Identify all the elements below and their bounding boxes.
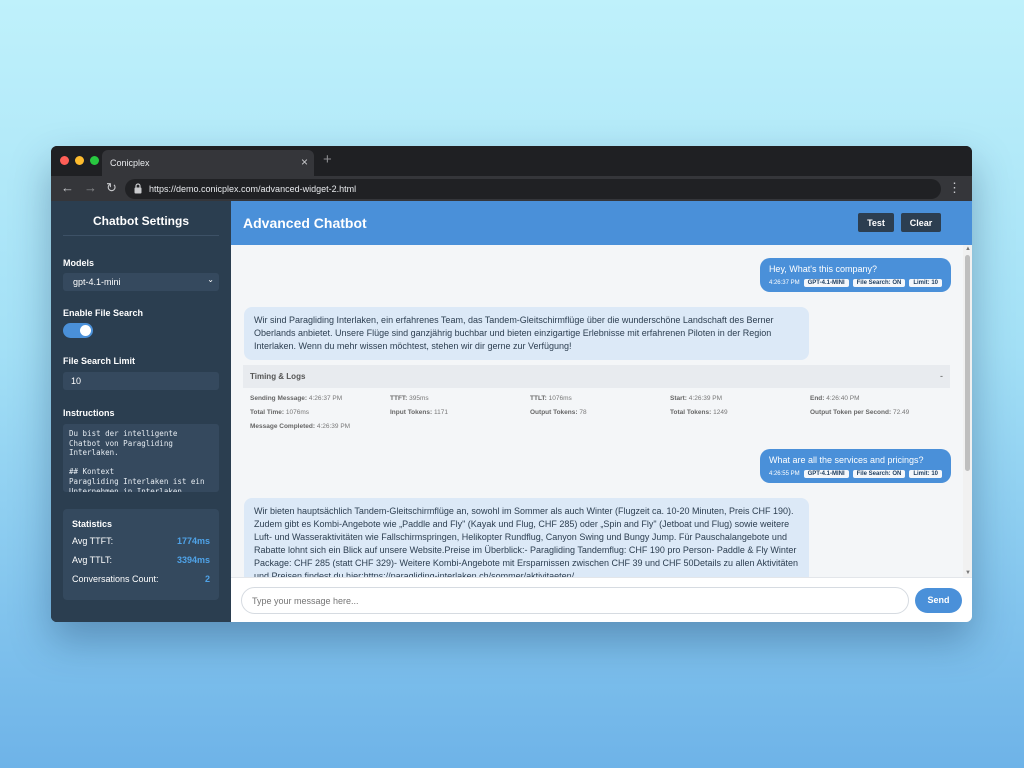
window-controls — [60, 156, 99, 165]
sidebar-title: Chatbot Settings — [63, 201, 219, 236]
timing-item: End: 4:26:40 PM — [810, 395, 860, 402]
file-search-toggle[interactable] — [63, 323, 93, 338]
timing-logs: Timing & Logs - Sending Message: 4:26:37… — [243, 365, 950, 437]
timing-item: Message Completed: 4:26:39 PM — [250, 423, 351, 430]
close-window-icon[interactable] — [60, 156, 69, 165]
message-text: Hey, What's this company? — [768, 264, 878, 274]
message-text: What are all the services and pricings? — [768, 455, 924, 465]
message-time: 4:26:55 PM — [768, 471, 800, 477]
stat-row: Avg TTFT: 1774ms — [72, 536, 210, 555]
settings-sidebar: Chatbot Settings Models gpt-4.1-mini ⌄ E… — [51, 201, 231, 622]
file-search-limit-label: File Search Limit — [63, 356, 136, 366]
collapse-icon[interactable]: - — [940, 371, 943, 381]
chat-messages: Hey, What's this company? 4:26:37 PM GPT… — [231, 245, 972, 577]
stat-value: 3394ms — [176, 555, 210, 565]
scrollbar[interactable]: ▲ ▼ — [963, 245, 972, 577]
url-text: https://demo.conicplex.com/advanced-widg… — [149, 184, 357, 194]
new-tab-icon[interactable]: + — [323, 151, 332, 168]
statistics-title: Statistics — [72, 519, 113, 529]
models-label: Models — [63, 258, 95, 268]
stat-value: 2 — [204, 574, 210, 584]
file-search-label: Enable File Search — [63, 308, 144, 318]
instructions-textarea[interactable]: Du bist der intelligente Chatbot von Par… — [63, 424, 219, 492]
timing-item: TTFT: 395ms — [390, 395, 429, 402]
reload-icon[interactable]: ↻ — [106, 180, 117, 196]
chevron-down-icon: ⌄ — [207, 275, 214, 284]
model-value: gpt-4.1-mini — [73, 277, 121, 287]
statistics-panel: Statistics Avg TTFT: 1774ms Avg TTLT: 33… — [63, 509, 219, 600]
address-bar: ← → ↻ https://demo.conicplex.com/advance… — [51, 176, 972, 201]
stat-value: 1774ms — [176, 536, 210, 546]
bot-message: Wir bieten hauptsächlich Tandem-Gleitsch… — [244, 498, 809, 577]
stat-label: Conversations Count: — [72, 574, 159, 584]
message-meta: 4:26:37 PM GPT-4.1-MINI File Search: ON … — [769, 279, 942, 287]
user-message: What are all the services and pricings? … — [759, 449, 951, 483]
chat-main: Advanced Chatbot Test Clear Hey, What's … — [231, 201, 972, 622]
clear-button[interactable]: Clear — [901, 213, 941, 232]
browser-tab[interactable]: Conicplex × — [102, 150, 314, 176]
bot-message: Wir sind Paragliding Interlaken, ein erf… — [244, 307, 809, 360]
timing-title: Timing & Logs — [250, 372, 306, 381]
file-search-limit-input[interactable]: 10 — [63, 372, 219, 390]
file-search-badge: File Search: ON — [852, 470, 906, 478]
timing-item: Total Time: 1076ms — [250, 409, 310, 416]
browser-menu-icon[interactable]: ⋮ — [948, 180, 961, 196]
timing-item: Output Tokens: 78 — [530, 409, 587, 416]
timing-header[interactable]: Timing & Logs - — [243, 365, 950, 388]
message-time: 4:26:37 PM — [768, 280, 800, 286]
scroll-down-icon[interactable]: ▼ — [965, 570, 971, 576]
tab-title: Conicplex — [110, 158, 150, 168]
maximize-window-icon[interactable] — [90, 156, 99, 165]
minimize-window-icon[interactable] — [75, 156, 84, 165]
message-input[interactable]: Type your message here... — [241, 587, 909, 614]
timing-item: Start: 4:26:39 PM — [670, 395, 723, 402]
forward-icon[interactable]: → — [84, 180, 97, 196]
timing-item: Input Tokens: 1171 — [390, 409, 448, 416]
back-icon[interactable]: ← — [61, 180, 74, 196]
tab-bar: Conicplex × + — [51, 146, 972, 176]
user-message: Hey, What's this company? 4:26:37 PM GPT… — [759, 258, 951, 292]
file-search-badge: File Search: ON — [852, 279, 906, 287]
lock-icon — [134, 183, 142, 194]
stat-row: Conversations Count: 2 — [72, 574, 210, 593]
scroll-up-icon[interactable]: ▲ — [965, 246, 971, 252]
limit-badge: Limit: 10 — [909, 470, 942, 478]
message-meta: 4:26:55 PM GPT-4.1-MINI File Search: ON … — [769, 470, 942, 478]
instructions-label: Instructions — [63, 408, 115, 418]
model-badge: GPT-4.1-MINI — [803, 470, 849, 478]
stat-row: Avg TTLT: 3394ms — [72, 555, 210, 574]
composer: Type your message here... Send — [231, 577, 972, 622]
page-title: Advanced Chatbot — [243, 215, 367, 231]
model-badge: GPT-4.1-MINI — [803, 279, 849, 287]
toggle-knob — [80, 325, 91, 336]
timing-item: Sending Message: 4:26:37 PM — [250, 395, 343, 402]
timing-grid: Sending Message: 4:26:37 PM TTFT: 395ms … — [243, 388, 950, 430]
model-select[interactable]: gpt-4.1-mini ⌄ — [63, 273, 219, 291]
stat-label: Avg TTFT: — [72, 536, 114, 546]
test-button[interactable]: Test — [858, 213, 894, 232]
browser-window: Conicplex × + ← → ↻ https://demo.conicpl… — [51, 146, 972, 622]
chat-header: Advanced Chatbot Test Clear — [231, 201, 972, 245]
tab-close-icon[interactable]: × — [301, 155, 308, 169]
stat-label: Avg TTLT: — [72, 555, 113, 565]
send-button[interactable]: Send — [915, 588, 962, 613]
scrollbar-thumb[interactable] — [965, 255, 970, 471]
limit-badge: Limit: 10 — [909, 279, 942, 287]
timing-item: TTLT: 1076ms — [530, 395, 572, 402]
timing-item: Output Token per Second: 72.49 — [810, 409, 910, 416]
timing-item: Total Tokens: 1249 — [670, 409, 728, 416]
page-content: Chatbot Settings Models gpt-4.1-mini ⌄ E… — [51, 201, 972, 622]
url-field[interactable]: https://demo.conicplex.com/advanced-widg… — [125, 179, 941, 199]
